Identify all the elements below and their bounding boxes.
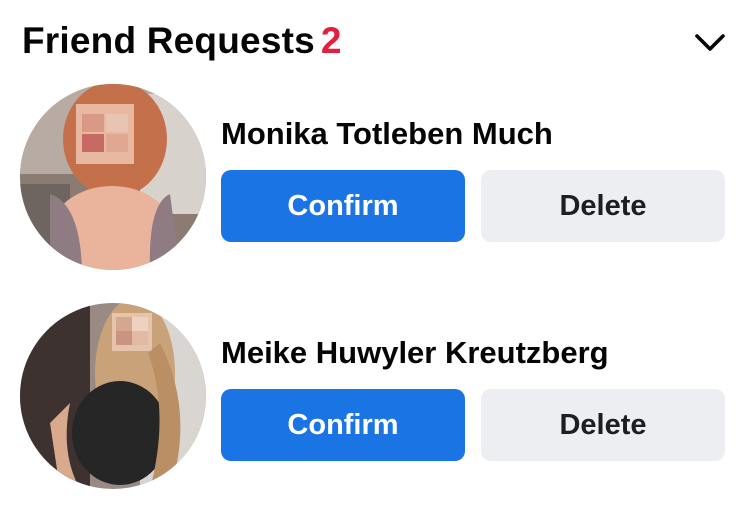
delete-button[interactable]: Delete bbox=[481, 170, 725, 242]
confirm-button[interactable]: Confirm bbox=[221, 389, 465, 461]
requester-name[interactable]: Meike Huwyler Kreutzberg bbox=[221, 333, 609, 373]
request-count: 2 bbox=[320, 20, 342, 61]
friend-request-item: Monika Totleben Much Confirm Delete bbox=[20, 84, 730, 274]
section-title: Friend Requests 2 bbox=[22, 18, 342, 64]
section-title-text: Friend Requests bbox=[22, 20, 315, 61]
requester-name[interactable]: Monika Totleben Much bbox=[221, 114, 553, 154]
avatar[interactable] bbox=[20, 303, 206, 489]
friend-requests-panel: Friend Requests 2 Monika Totleben Much C… bbox=[0, 0, 750, 514]
chevron-down-icon[interactable] bbox=[692, 24, 728, 60]
delete-button[interactable]: Delete bbox=[481, 389, 725, 461]
confirm-button[interactable]: Confirm bbox=[221, 170, 465, 242]
avatar[interactable] bbox=[20, 84, 206, 270]
friend-request-item: Meike Huwyler Kreutzberg Confirm Delete bbox=[20, 303, 730, 493]
friend-requests-header: Friend Requests 2 bbox=[22, 18, 732, 66]
